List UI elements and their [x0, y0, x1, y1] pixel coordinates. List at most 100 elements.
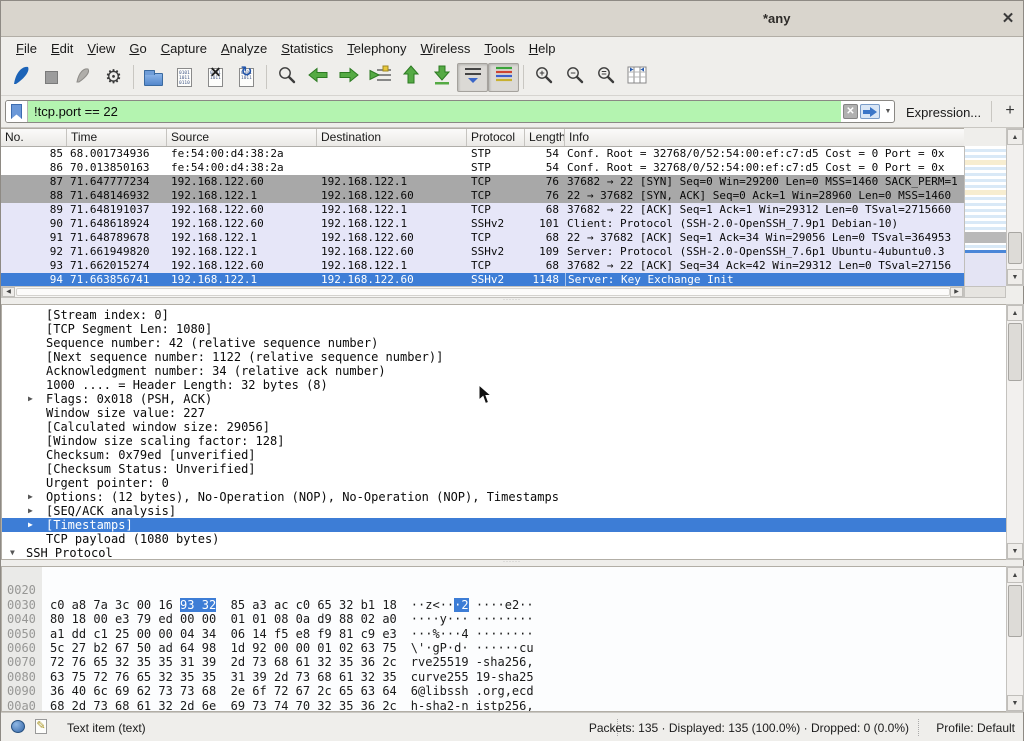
- detail-line[interactable]: Acknowledgment number: 34 (relative ack …: [2, 364, 1006, 378]
- detail-line[interactable]: ▶ Options: (12 bytes), No-Operation (NOP…: [2, 490, 1006, 504]
- hex-row[interactable]: 0030 80 18 00 e3 79 ed 00 00 01 01 08 0a…: [2, 583, 1006, 597]
- menu-item[interactable]: Edit: [44, 39, 80, 58]
- packet-list-hscrollbar[interactable]: ◀ ▶: [1, 286, 964, 298]
- colorize-toggle[interactable]: [488, 63, 519, 92]
- expand-arrow-icon[interactable]: ▶: [28, 518, 33, 532]
- menu-item[interactable]: Help: [522, 39, 563, 58]
- detail-line[interactable]: Urgent pointer: 0: [2, 476, 1006, 490]
- column-header[interactable]: Protocol: [467, 129, 525, 146]
- detail-line[interactable]: ▶ [Timestamps]: [2, 518, 1006, 532]
- add-filter-button[interactable]: +: [1000, 100, 1020, 122]
- restart-capture-button[interactable]: [67, 63, 98, 92]
- hex-row[interactable]: 00a0 65 63 64 68 2d 73 68 61 32 2d 6e 69…: [2, 684, 1006, 698]
- go-back-button[interactable]: [302, 63, 333, 92]
- detail-line[interactable]: [TCP Segment Len: 1080]: [2, 322, 1006, 336]
- status-profile[interactable]: Profile: Default: [936, 721, 1015, 735]
- detail-line[interactable]: ▶ [SEQ/ACK analysis]: [2, 504, 1006, 518]
- capture-comment-icon[interactable]: ✎: [35, 719, 47, 734]
- close-file-button[interactable]: 0101 1011 ✕: [200, 63, 231, 92]
- detail-line[interactable]: [Checksum Status: Unverified]: [2, 462, 1006, 476]
- go-forward-button[interactable]: [333, 63, 364, 92]
- hex-row[interactable]: 0020 c0 a8 7a 3c 00 16 93 32 85 a3 ac c0…: [2, 569, 1006, 583]
- packet-row[interactable]: 93 71.662015274 192.168.122.60 192.168.1…: [1, 259, 964, 273]
- scroll-right-icon[interactable]: ▶: [950, 287, 963, 297]
- hex-row[interactable]: 0090 68 2d 73 68 61 32 2d 6e 69 73 74 70…: [2, 670, 1006, 684]
- scroll-down-icon[interactable]: ▼: [1007, 695, 1023, 711]
- packet-row[interactable]: 86 70.013850163 fe:54:00:d4:38:2a STP 54…: [1, 161, 964, 175]
- scroll-down-icon[interactable]: ▼: [1007, 543, 1023, 559]
- detail-line[interactable]: [Next sequence number: 1122 (relative se…: [2, 350, 1006, 364]
- detail-line[interactable]: ▶ Flags: 0x018 (PSH, ACK): [2, 392, 1006, 406]
- hex-row[interactable]: 0070 63 75 72 76 65 32 35 35 31 39 2d 73…: [2, 641, 1006, 655]
- expression-button[interactable]: Expression...: [906, 105, 981, 120]
- packet-row[interactable]: 90 71.648618924 192.168.122.60 192.168.1…: [1, 217, 964, 231]
- open-file-button[interactable]: [138, 63, 169, 92]
- go-to-top-button[interactable]: [395, 63, 426, 92]
- column-header[interactable]: Destination: [317, 129, 467, 146]
- expert-info-icon[interactable]: [11, 720, 25, 733]
- menu-item[interactable]: Wireless: [414, 39, 478, 58]
- scroll-up-icon[interactable]: ▲: [1007, 129, 1023, 145]
- detail-line[interactable]: ▼ SSH Protocol: [2, 546, 1006, 560]
- packet-list-minimap[interactable]: [964, 146, 1006, 286]
- menu-item[interactable]: Statistics: [274, 39, 340, 58]
- find-packet-button[interactable]: [271, 63, 302, 92]
- detail-line[interactable]: 1000 .... = Header Length: 32 bytes (8): [2, 378, 1006, 392]
- menu-item[interactable]: Go: [122, 39, 153, 58]
- zoom-in-button[interactable]: +: [528, 63, 559, 92]
- packet-row[interactable]: 88 71.648146932 192.168.122.1 192.168.12…: [1, 189, 964, 203]
- filter-value[interactable]: !tcp.port == 22: [28, 101, 841, 122]
- filter-history-dropdown[interactable]: ▼: [882, 108, 894, 115]
- capture-options-button[interactable]: ⚙: [98, 63, 129, 92]
- column-header[interactable]: Source: [167, 129, 317, 146]
- scrollbar-thumb[interactable]: [1008, 323, 1022, 381]
- hex-row[interactable]: 00b0 38 34 2c 65 63 64 68 2d 73 68 61 32…: [2, 699, 1006, 712]
- scroll-up-icon[interactable]: ▲: [1007, 567, 1023, 583]
- detail-line[interactable]: Checksum: 0x79ed [unverified]: [2, 448, 1006, 462]
- packet-row[interactable]: 85 68.001734936 fe:54:00:d4:38:2a STP 54…: [1, 147, 964, 161]
- zoom-out-button[interactable]: −: [559, 63, 590, 92]
- hscrollbar-thumb[interactable]: [16, 288, 950, 296]
- hex-row[interactable]: 0050 5c 27 b2 67 50 ad 64 98 1d 92 00 00…: [2, 612, 1006, 626]
- hex-row[interactable]: 0080 36 40 6c 69 62 73 73 68 2e 6f 72 67…: [2, 655, 1006, 669]
- detail-line[interactable]: [Calculated window size: 29056]: [2, 420, 1006, 434]
- title-bar[interactable]: *any ✕: [1, 1, 1023, 37]
- packet-row[interactable]: 89 71.648191037 192.168.122.60 192.168.1…: [1, 203, 964, 217]
- details-scrollbar[interactable]: ▲ ▼: [1006, 304, 1024, 560]
- menu-item[interactable]: Tools: [477, 39, 521, 58]
- scrollbar-thumb[interactable]: [1008, 232, 1022, 264]
- packet-row[interactable]: 87 71.647777234 192.168.122.60 192.168.1…: [1, 175, 964, 189]
- scrollbar-thumb[interactable]: [1008, 585, 1022, 637]
- stop-capture-button[interactable]: [36, 63, 67, 92]
- hex-scrollbar[interactable]: ▲ ▼: [1006, 566, 1024, 712]
- column-header[interactable]: No.: [1, 129, 67, 146]
- start-capture-button[interactable]: [5, 63, 36, 92]
- detail-line[interactable]: TCP payload (1080 bytes): [2, 532, 1006, 546]
- close-icon[interactable]: ✕: [997, 9, 1019, 29]
- scroll-up-icon[interactable]: ▲: [1007, 305, 1023, 321]
- reload-file-button[interactable]: 0101 1011 ↻: [231, 63, 262, 92]
- expand-arrow-icon[interactable]: ▶: [28, 392, 33, 406]
- expand-arrow-icon[interactable]: ▶: [28, 490, 33, 504]
- menu-item[interactable]: View: [80, 39, 122, 58]
- menu-item[interactable]: Analyze: [214, 39, 274, 58]
- column-header[interactable]: Length: [525, 129, 565, 146]
- filter-clear-button[interactable]: ✕: [843, 104, 858, 119]
- column-header[interactable]: Time: [67, 129, 167, 146]
- save-file-button[interactable]: 0101 1011 0110: [169, 63, 200, 92]
- detail-line[interactable]: [Stream index: 0]: [2, 308, 1006, 322]
- detail-line[interactable]: Sequence number: 42 (relative sequence n…: [2, 336, 1006, 350]
- menu-item[interactable]: Telephony: [340, 39, 413, 58]
- expand-arrow-icon[interactable]: ▼: [10, 546, 15, 560]
- detail-line[interactable]: [Window size scaling factor: 128]: [2, 434, 1006, 448]
- zoom-reset-button[interactable]: =: [590, 63, 621, 92]
- auto-scroll-toggle[interactable]: [457, 63, 488, 92]
- display-filter-input[interactable]: !tcp.port == 22 ✕ ▼: [5, 100, 895, 123]
- packet-list-scrollbar[interactable]: ▲ ▼: [1006, 128, 1024, 286]
- hex-row[interactable]: 0060 72 76 65 32 35 35 31 39 2d 73 68 61…: [2, 627, 1006, 641]
- scroll-left-icon[interactable]: ◀: [2, 287, 15, 297]
- filter-bookmark-button[interactable]: [6, 101, 28, 122]
- resize-columns-button[interactable]: [621, 63, 652, 92]
- packet-row[interactable]: 94 71.663856741 192.168.122.1 192.168.12…: [1, 273, 964, 287]
- menu-item[interactable]: File: [9, 39, 44, 58]
